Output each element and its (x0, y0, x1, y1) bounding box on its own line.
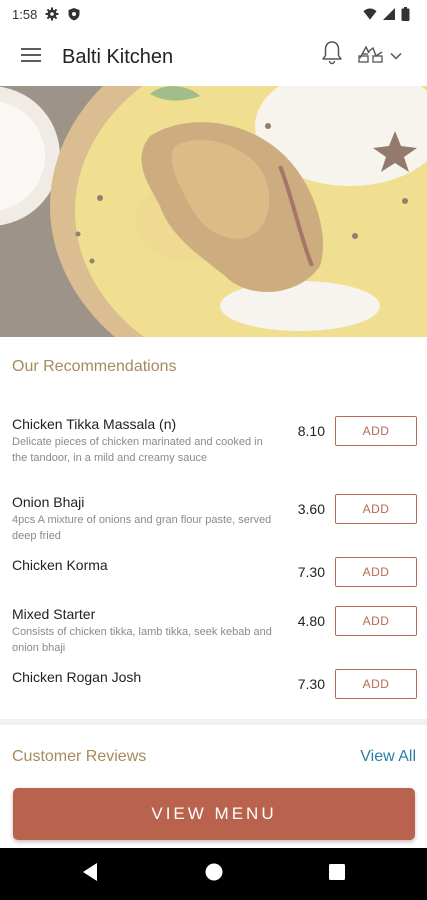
section-divider (0, 719, 427, 725)
view-all-link[interactable]: View All (360, 748, 416, 766)
item-description: Delicate pieces of chicken marinated and… (12, 436, 263, 464)
settings-icon (45, 7, 59, 21)
hero-overlay (0, 86, 427, 337)
app-bar: Balti Kitchen (0, 28, 427, 86)
back-button[interactable] (78, 862, 102, 886)
item-price: 8.10 (297, 423, 325, 439)
status-time: 1:58 (12, 6, 38, 22)
add-button[interactable]: ADD (335, 606, 417, 636)
recents-button[interactable] (325, 862, 349, 886)
chevron-down-icon (390, 47, 402, 65)
item-name: Onion Bhaji (12, 494, 85, 510)
home-button[interactable] (202, 862, 226, 886)
item-description: Consists of chicken tikka, lamb tikka, s… (12, 626, 272, 654)
item-price: 3.60 (297, 501, 325, 517)
notifications-button[interactable] (318, 40, 346, 70)
item-price: 7.30 (297, 564, 325, 580)
app-title: Balti Kitchen (62, 45, 174, 68)
item-name: Mixed Starter (12, 606, 96, 622)
item-name: Chicken Tikka Massala (n) (12, 416, 177, 432)
hero-image (0, 86, 427, 337)
item-price: 7.30 (297, 676, 325, 692)
add-button[interactable]: ADD (335, 557, 417, 587)
battery-icon (401, 7, 415, 21)
language-selector[interactable] (358, 42, 416, 70)
recommendations-title: Our Recommendations (12, 358, 177, 375)
item-name: Chicken Rogan Josh (12, 669, 142, 685)
menu-icon (20, 47, 42, 68)
navigation-bar (0, 848, 427, 900)
wifi-icon (363, 7, 377, 21)
item-name: Chicken Korma (12, 557, 108, 573)
item-description: 4pcs A mixture of onions and gran flour … (12, 514, 272, 542)
menu-button[interactable] (0, 28, 62, 86)
add-button[interactable]: ADD (335, 669, 417, 699)
view-menu-button[interactable]: VIEW MENU (13, 788, 415, 840)
status-bar: 1:58 (0, 0, 427, 28)
add-button[interactable]: ADD (335, 416, 417, 446)
shield-icon (67, 7, 81, 21)
reviews-title: Customer Reviews (12, 748, 147, 765)
home-icon (204, 862, 224, 887)
recents-icon (328, 863, 346, 886)
bell-icon (321, 40, 343, 71)
back-icon (81, 862, 99, 887)
language-icon (358, 44, 384, 69)
item-price: 4.80 (297, 613, 325, 629)
add-button[interactable]: ADD (335, 494, 417, 524)
signal-icon (382, 7, 396, 21)
